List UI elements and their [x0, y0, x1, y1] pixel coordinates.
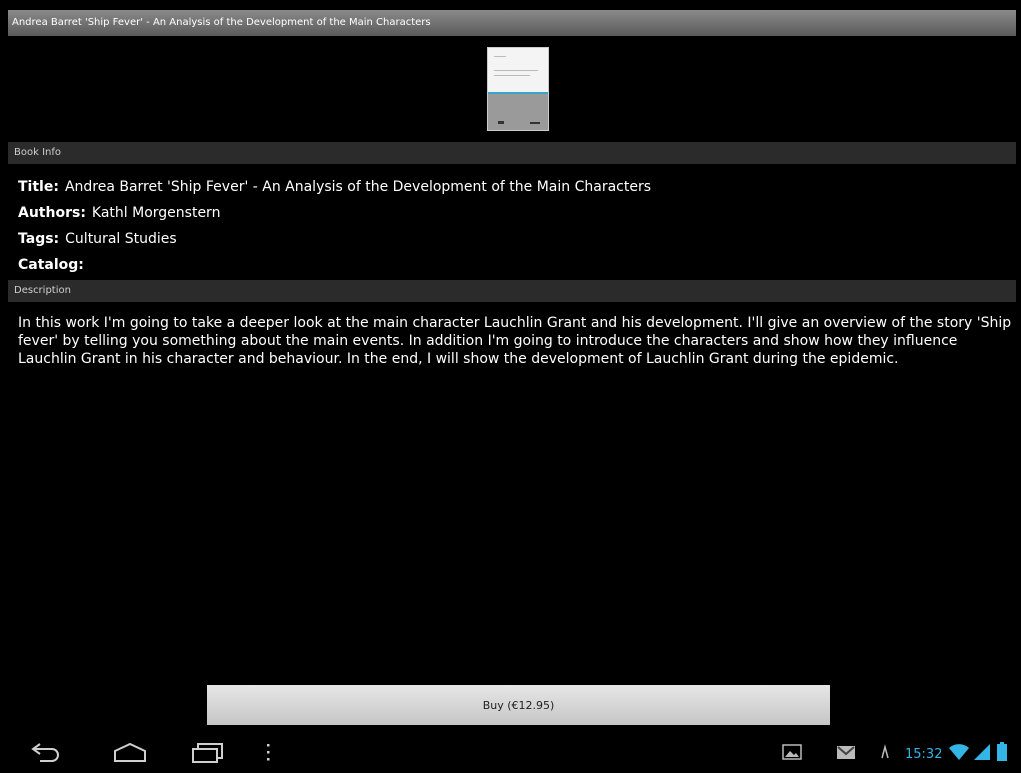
battery-icon — [996, 742, 1008, 766]
info-key: Catalog: — [18, 257, 84, 273]
notification-image[interactable] — [782, 735, 802, 773]
back-button[interactable] — [20, 735, 70, 773]
info-row-authors: Authors: Kathl Morgenstern — [18, 202, 220, 224]
status-cell-signal — [973, 735, 991, 773]
recent-apps-button[interactable] — [183, 735, 233, 773]
buy-button[interactable]: Buy (€12.95) — [207, 685, 830, 725]
info-key: Tags: — [18, 231, 60, 247]
window-title-bar: Andrea Barret 'Ship Fever' - An Analysis… — [8, 10, 1016, 36]
system-navigation-bar: 15:32 — [0, 735, 1021, 773]
book-info-header-label: Book Info — [14, 147, 61, 158]
home-button[interactable] — [105, 735, 155, 773]
book-cover-thumbnail[interactable] — [487, 47, 549, 131]
image-notification-icon — [782, 744, 802, 764]
info-key: Title: — [18, 179, 59, 195]
description-header-label: Description — [14, 285, 71, 296]
wifi-icon — [948, 743, 970, 765]
notification-gmail[interactable] — [836, 735, 856, 773]
clock-text: 15:32 — [905, 746, 943, 762]
info-row-catalog: Catalog: — [18, 254, 90, 276]
info-value: Cultural Studies — [65, 231, 177, 247]
cover-publisher-mark — [498, 121, 504, 124]
cell-signal-icon — [973, 743, 991, 765]
status-clock: 15:32 — [905, 735, 942, 773]
info-value: Kathl Morgenstern — [91, 205, 221, 221]
cover-text-line — [494, 75, 530, 76]
book-info-header: Book Info — [8, 142, 1016, 164]
info-row-tags: Tags: Cultural Studies — [18, 228, 177, 250]
info-value: Andrea Barret 'Ship Fever' - An Analysis… — [64, 179, 652, 195]
status-wifi — [948, 735, 970, 773]
home-icon — [112, 741, 148, 767]
signal-icon — [880, 744, 890, 764]
info-key: Authors: — [18, 205, 86, 221]
recent-apps-icon — [191, 741, 225, 767]
cover-logo-mark — [530, 122, 540, 124]
cover-text-line — [494, 56, 506, 57]
gmail-icon — [836, 744, 856, 764]
notification-signal — [880, 735, 890, 773]
description-header: Description — [8, 280, 1016, 302]
cover-bottom-band — [488, 92, 548, 130]
menu-icon — [264, 742, 272, 766]
cover-area — [8, 36, 1016, 142]
back-icon — [28, 741, 62, 767]
menu-button[interactable] — [248, 735, 288, 773]
window-title: Andrea Barret 'Ship Fever' - An Analysis… — [12, 17, 431, 28]
description-text: In this work I'm going to take a deeper … — [18, 315, 1012, 367]
info-row-title: Title: Andrea Barret 'Ship Fever' - An An… — [18, 176, 651, 198]
status-battery — [996, 735, 1008, 773]
cover-text-line — [494, 70, 538, 71]
